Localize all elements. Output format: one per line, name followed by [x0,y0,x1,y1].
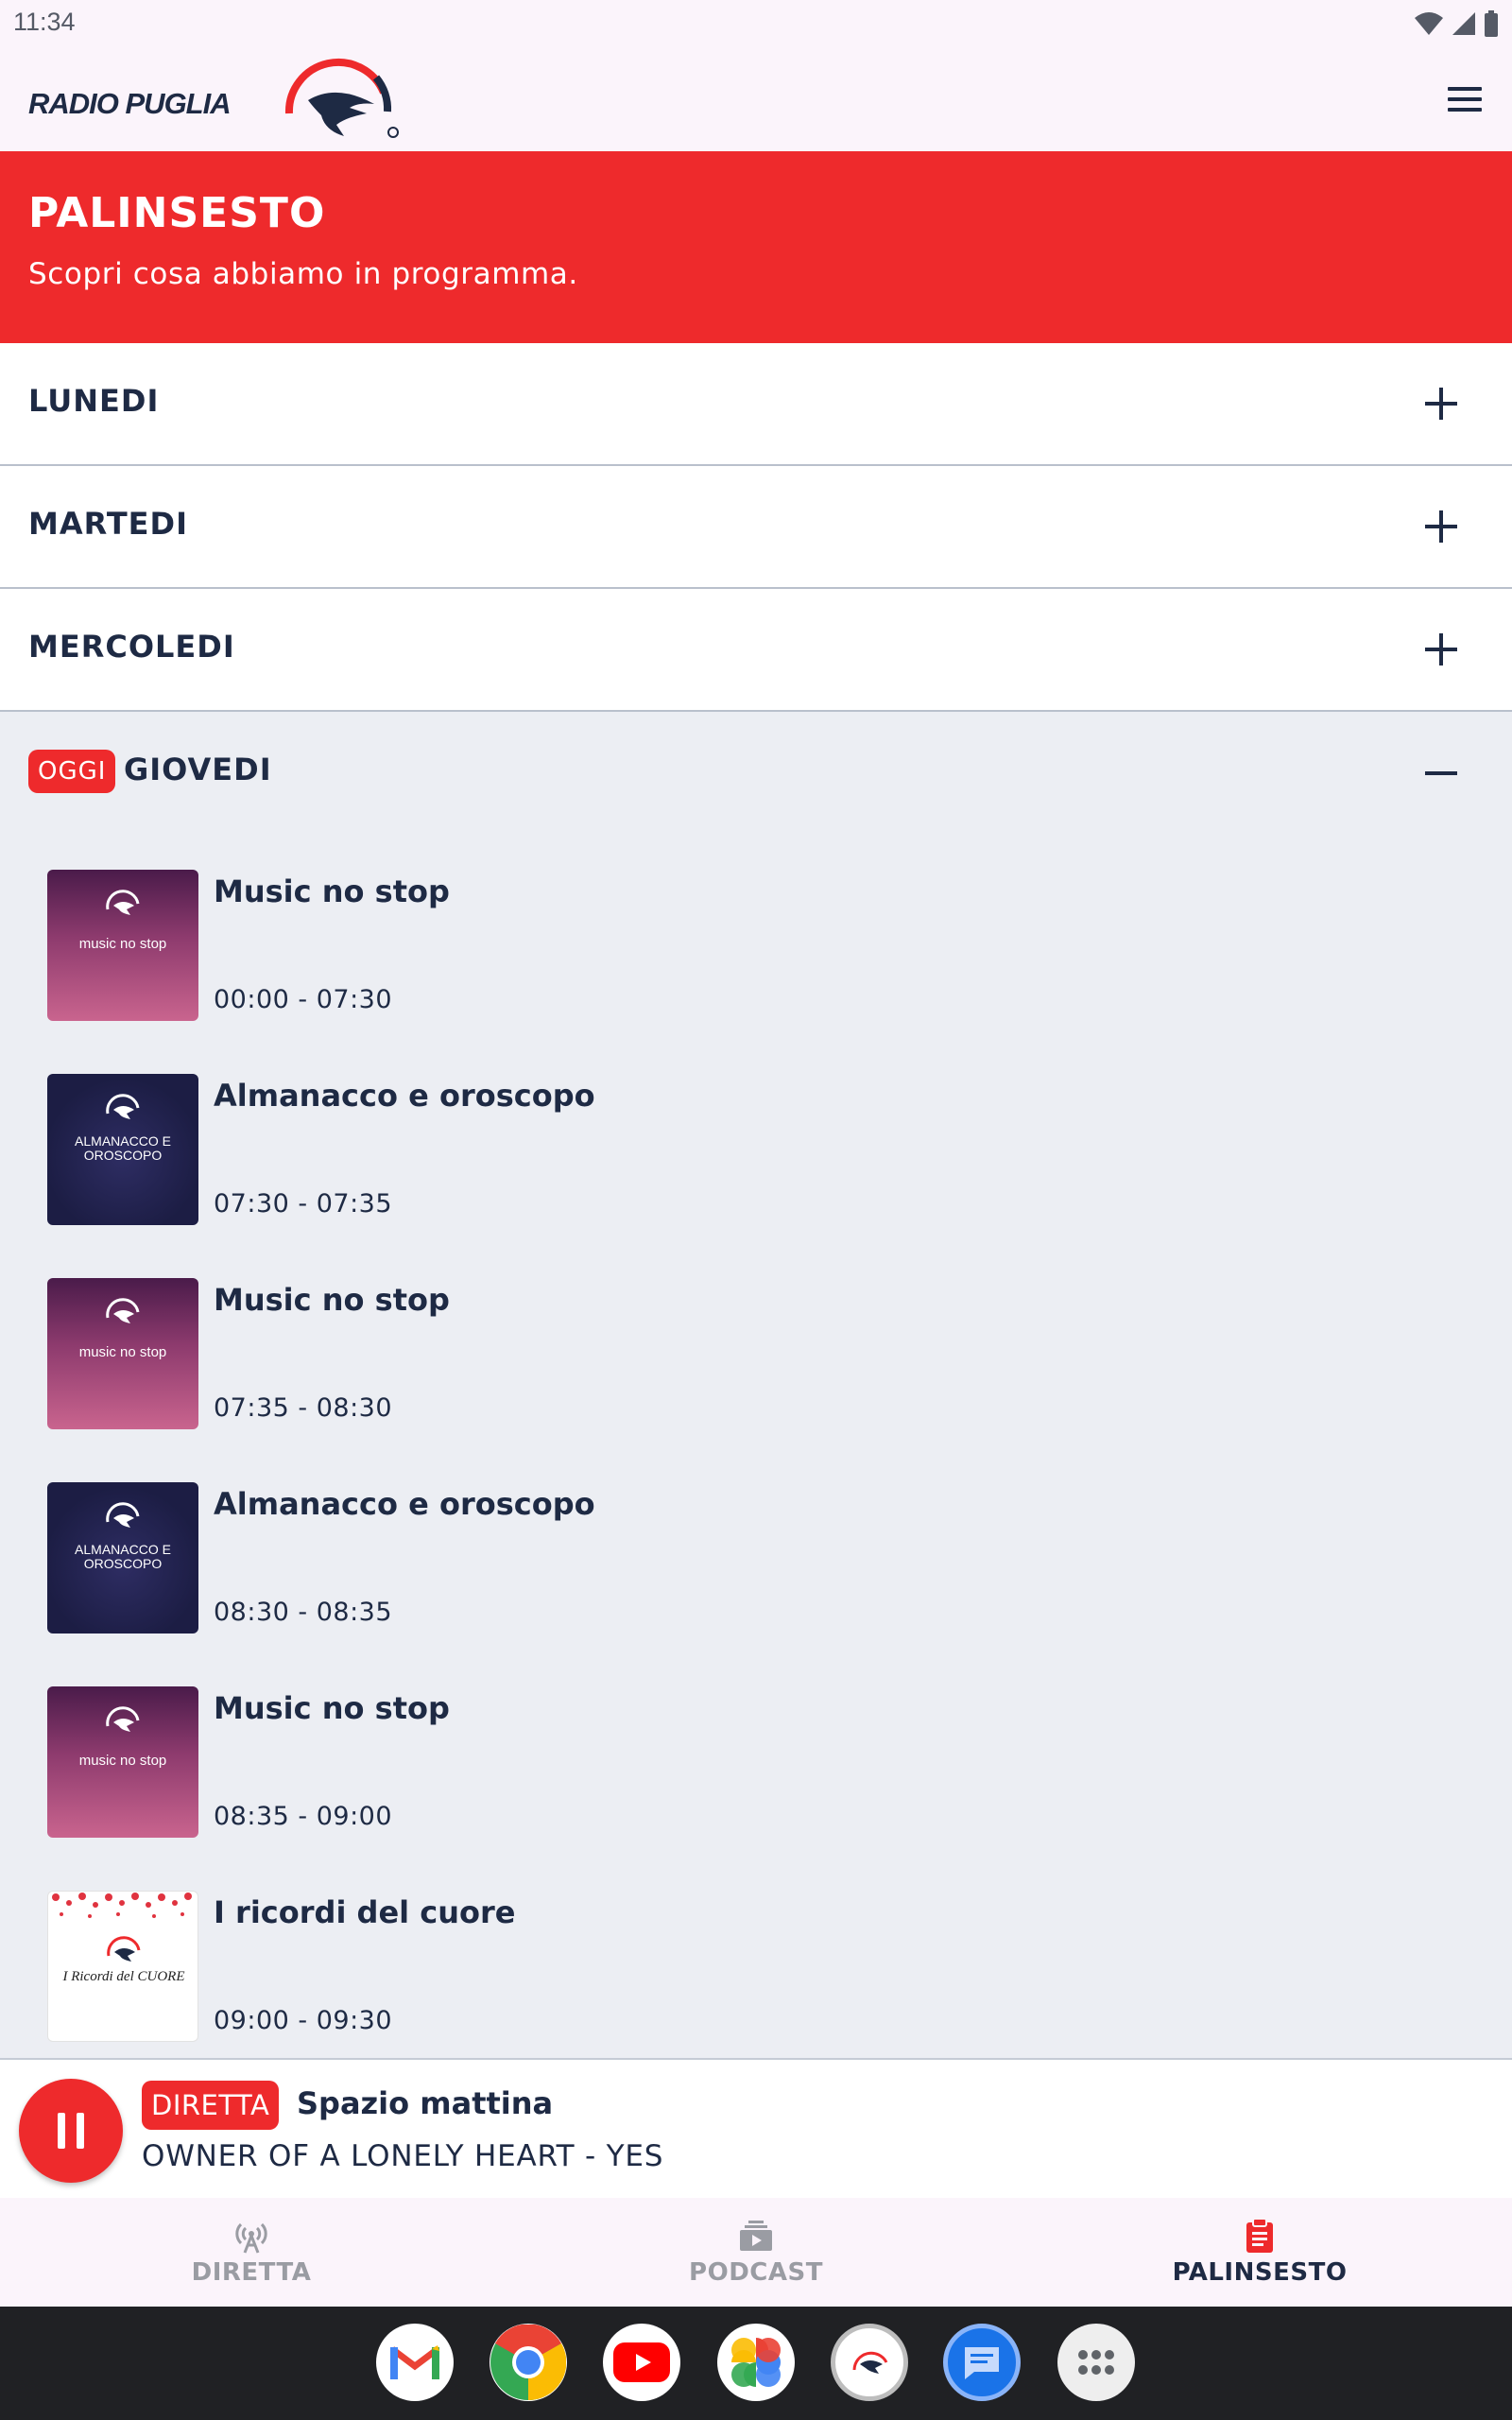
pause-button[interactable] [19,2079,123,2183]
expand-plus-icon[interactable] [1425,510,1457,543]
mini-player: DIRETTA Spazio mattina OWNER OF A LONELY… [0,2058,1512,2198]
today-badge: OGGI [28,750,116,793]
program-thumbnail: ALMANACCO E OROSCOPO [47,1074,198,1225]
eagle-logo-icon [284,58,399,138]
app-header: RADIO PUGLIA [0,47,1512,151]
program-title: Music no stop [214,1282,450,1318]
collapse-minus-icon[interactable] [1425,771,1457,775]
eagle-emblem-icon [106,1502,140,1528]
program-thumbnail: I Ricordi del CUORE [47,1891,198,2042]
expand-plus-icon[interactable] [1425,633,1457,666]
day-row-martedi[interactable]: MARTEDI [0,466,1512,589]
day-label: GIOVEDI [124,752,272,787]
thumb-caption: ALMANACCO E OROSCOPO [75,1133,171,1163]
program-title: Music no stop [214,873,450,909]
thumb-caption: music no stop [78,1753,167,1769]
program-item[interactable]: music no stop Music no stop 08:35 - 09:0… [0,1686,1512,1891]
antenna-icon [235,2222,267,2254]
thumb-caption: I Ricordi del CUORE [62,1969,185,1984]
program-thumbnail: music no stop [47,870,198,1021]
eagle-emblem-icon [106,1094,140,1119]
menu-bar [1448,108,1482,112]
program-item[interactable]: music no stop Music no stop 07:35 - 08:3… [0,1278,1512,1482]
program-item[interactable]: ALMANACCO E OROSCOPO Almanacco e oroscop… [0,1482,1512,1686]
thumb-caption: music no stop [78,1344,167,1360]
day-row-lunedi[interactable]: LUNEDI [0,343,1512,466]
program-title: I ricordi del cuore [214,1894,516,1930]
thumb-caption: ALMANACCO E OROSCOPO [75,1542,171,1571]
program-time: 00:00 - 07:30 [214,985,393,1014]
day-label: MERCOLEDI [28,629,235,665]
program-title: Almanacco e oroscopo [214,1078,595,1114]
youtube-icon[interactable] [603,2324,680,2401]
eagle-emblem-icon [106,1298,140,1323]
day-section-giovedi: OGGI GIOVEDI music no stop Music no stop… [0,712,1512,2058]
day-row-giovedi[interactable]: OGGI GIOVEDI [0,712,1512,835]
day-label: MARTEDI [28,506,188,542]
podcast-icon [740,2221,772,2251]
page-subtitle: Scopri cosa abbiamo in programma. [28,257,578,291]
app-drawer-icon[interactable] [1057,2324,1135,2401]
pause-bar [77,2113,84,2149]
day-label: LUNEDI [28,383,160,419]
eagle-emblem-icon [106,1706,140,1732]
nav-label: PALINSESTO [1172,2258,1348,2287]
nav-item-diretta[interactable]: DIRETTA [110,2217,393,2292]
thumb-caption: music no stop [78,936,167,952]
program-time: 07:35 - 08:30 [214,1393,393,1423]
page-title: PALINSESTO [28,189,326,237]
hearts-decoration-icon [52,1893,192,1918]
hamburger-menu-button[interactable] [1438,76,1491,123]
status-icons [1414,9,1499,38]
program-title: Music no stop [214,1690,450,1726]
messages-icon[interactable] [943,2324,1021,2401]
program-time: 08:35 - 09:00 [214,1802,393,1831]
live-badge: DIRETTA [142,2081,280,2130]
bottom-nav: DIRETTA PODCAST PALINSESTO [0,2198,1512,2307]
logo-text: RADIO PUGLIA [28,87,232,120]
program-item[interactable]: ALMANACCO E OROSCOPO Almanacco e oroscop… [0,1074,1512,1278]
wifi-icon [1415,12,1443,35]
day-row-mercoledi[interactable]: MERCOLEDI [0,589,1512,712]
nav-label: DIRETTA [191,2258,312,2287]
status-bar: 11:34 [0,0,1512,47]
nav-item-podcast[interactable]: PODCAST [614,2217,898,2292]
program-time: 09:00 - 09:30 [214,2006,393,2035]
now-playing-show: Spazio mattina [297,2085,554,2121]
battery-icon [1485,10,1498,37]
status-time: 11:34 [13,8,76,36]
now-playing-track: OWNER OF A LONELY HEART - YES [142,2139,664,2173]
menu-bar [1448,97,1482,101]
radio-puglia-logo[interactable]: RADIO PUGLIA [28,55,406,149]
menu-bar [1448,87,1482,91]
program-item[interactable]: music no stop Music no stop 00:00 - 07:3… [0,870,1512,1074]
program-thumbnail: ALMANACCO E OROSCOPO [47,1482,198,1634]
android-taskbar [0,2307,1512,2420]
gmail-icon[interactable] [376,2324,454,2401]
program-time: 07:30 - 07:35 [214,1189,393,1219]
expand-plus-icon[interactable] [1425,388,1457,420]
signal-icon [1452,12,1475,35]
radio-puglia-icon[interactable] [831,2324,908,2401]
eagle-emblem-icon [106,890,140,915]
eagle-emblem-icon [107,1936,141,1962]
chrome-icon[interactable] [490,2324,567,2401]
program-time: 08:30 - 08:35 [214,1598,393,1627]
nav-label: PODCAST [689,2258,823,2287]
photos-icon[interactable] [717,2324,795,2401]
pause-bar [58,2113,65,2149]
program-title: Almanacco e oroscopo [214,1486,595,1522]
clipboard-icon [1246,2218,1273,2253]
program-item[interactable]: I Ricordi del CUORE I ricordi del cuore … [0,1891,1512,2058]
nav-item-palinsesto[interactable]: PALINSESTO [1118,2217,1401,2292]
program-thumbnail: music no stop [47,1278,198,1429]
program-thumbnail: music no stop [47,1686,198,1838]
page-banner: PALINSESTO Scopri cosa abbiamo in progra… [0,151,1512,343]
